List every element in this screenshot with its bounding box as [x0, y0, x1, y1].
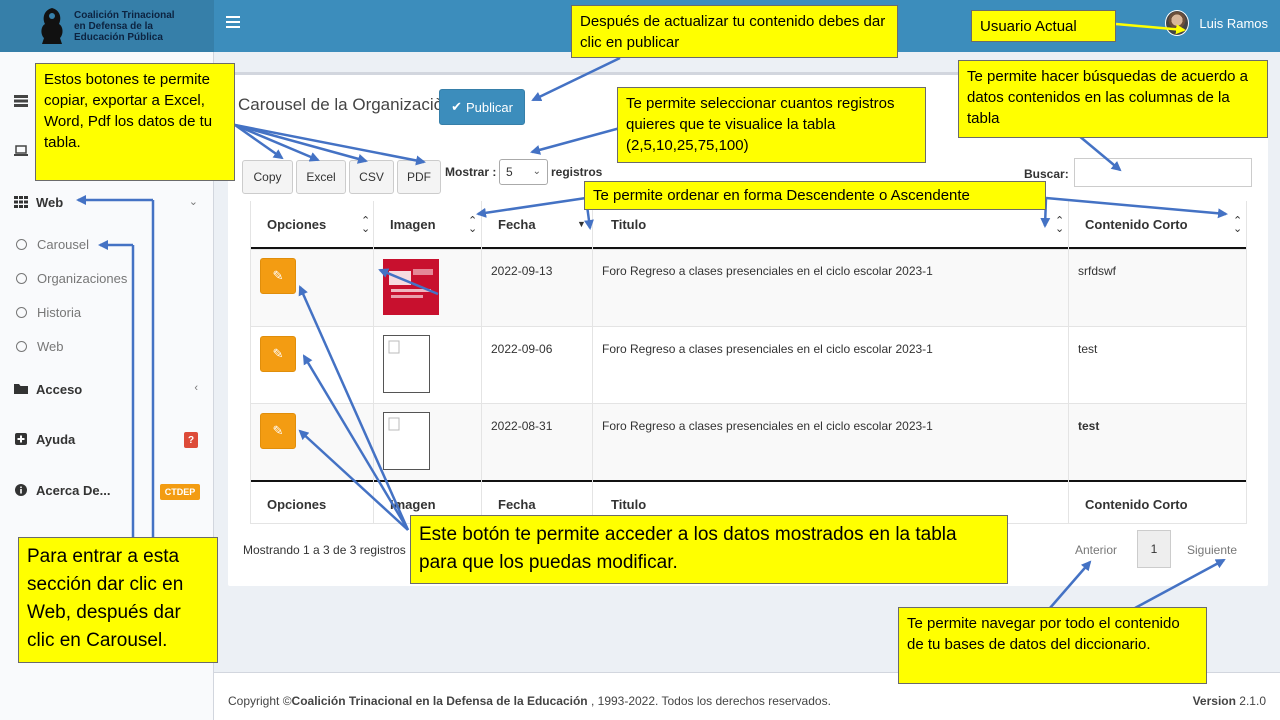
callout-records: Te permite seleccionar cuantos registros… [617, 87, 926, 163]
org-name-line3: Educación Pública [74, 31, 163, 43]
org-name-line2: en Defensa de la [74, 20, 153, 32]
list-icon [14, 95, 28, 107]
menu-toggle-icon[interactable] [226, 16, 240, 28]
logo[interactable]: Coalición Trinacional en Defensa de la E… [0, 0, 214, 52]
foot-contenido: Contenido Corto [1085, 496, 1188, 512]
excel-button[interactable]: Excel [296, 160, 346, 194]
help-badge: ? [184, 432, 198, 448]
titulo-cell: Foro Regreso a clases presenciales en el… [602, 342, 933, 356]
laptop-icon [14, 145, 28, 156]
callout-export: Estos botones te permite copiar, exporta… [35, 63, 235, 181]
csv-button[interactable]: CSV [349, 160, 394, 194]
logo-emblem-icon [36, 6, 68, 46]
callout-nav: Para entrar a esta sección dar clic en W… [18, 537, 218, 663]
sort-icon[interactable]: ⌃ ⌄ [1233, 216, 1242, 235]
copyright: Copyright ©Coalición Trinacional en la D… [228, 694, 831, 708]
contenido-cell: test [1078, 342, 1098, 356]
fecha-cell: 2022-09-13 [491, 264, 553, 278]
pencil-icon: ✎ [272, 346, 284, 361]
titulo-cell: Foro Regreso a clases presenciales en el… [602, 419, 933, 433]
col-fecha[interactable]: Fecha [498, 201, 536, 248]
prev-button[interactable]: Anterior [1075, 543, 1117, 557]
callout-user: Usuario Actual [971, 10, 1116, 42]
sidebar-subitem-carousel[interactable]: Carousel [0, 231, 214, 257]
edit-button[interactable]: ✎ [260, 336, 296, 372]
sort-icon[interactable]: ⌃ ⌄ [361, 216, 370, 235]
copy-button[interactable]: Copy [242, 160, 293, 194]
check-icon: ✔ [451, 99, 462, 114]
titulo-cell: Foro Regreso a clases presenciales en el… [602, 264, 933, 278]
col-opciones[interactable]: Opciones [267, 201, 326, 248]
callout-search: Te permite hacer búsquedas de acuerdo a … [958, 60, 1268, 138]
broken-image-icon[interactable] [383, 412, 430, 470]
table-info: Mostrando 1 a 3 de 3 registros [243, 543, 406, 557]
contenido-cell: test [1078, 419, 1100, 433]
edit-button[interactable]: ✎ [260, 258, 296, 294]
user-menu[interactable]: Luis Ramos [1165, 10, 1268, 36]
callout-publish: Después de actualizar tu contenido debes… [571, 5, 898, 58]
sort-desc-icon[interactable]: ▼ [577, 220, 586, 229]
callout-pagination: Te permite navegar por todo el contenido… [898, 607, 1207, 684]
col-imagen[interactable]: Imagen [390, 201, 436, 248]
show-label: Mostrar : [445, 165, 497, 179]
chevron-left-icon: ‹ [194, 382, 198, 394]
publish-button[interactable]: ✔ Publicar [439, 89, 525, 125]
circle-icon [16, 306, 27, 318]
grid-icon [14, 196, 28, 208]
fecha-cell: 2022-09-06 [491, 342, 553, 356]
info-icon [15, 484, 27, 496]
sidebar-subitem-web[interactable]: Web [0, 333, 214, 359]
version: Version 2.1.0 [1192, 694, 1266, 708]
contenido-cell: srfdswf [1078, 264, 1117, 278]
records-label: registros [551, 165, 603, 179]
sidebar-item-web[interactable]: Web ⌄ [0, 187, 214, 217]
chevron-down-icon: ⌄ [532, 166, 541, 177]
page-title: Carousel de la Organizaciòn [238, 95, 453, 114]
user-name: Luis Ramos [1199, 15, 1268, 31]
foot-opciones: Opciones [267, 496, 327, 512]
next-button[interactable]: Siguiente [1187, 543, 1237, 557]
col-contenido[interactable]: Contenido Corto [1085, 201, 1188, 248]
search-input[interactable] [1074, 158, 1252, 187]
folder-icon [14, 384, 28, 394]
circle-icon [16, 238, 27, 250]
broken-image-icon[interactable] [383, 335, 430, 393]
records-select[interactable]: 5 ⌄ [499, 159, 548, 185]
sidebar-item-label: Web [36, 194, 64, 210]
search-label: Buscar: [1024, 167, 1069, 181]
sidebar-subitem-organizaciones[interactable]: Organizaciones [0, 265, 214, 291]
sidebar-subitem-historia[interactable]: Historia [0, 299, 214, 325]
ctdep-badge: CTDEP [160, 484, 200, 500]
plus-square-icon [15, 433, 27, 445]
circle-icon [16, 272, 27, 284]
fecha-cell: 2022-08-31 [491, 419, 553, 433]
callout-sort: Te permite ordenar en forma Descendente … [584, 181, 1046, 210]
pencil-icon: ✎ [272, 268, 284, 283]
chevron-down-icon: ⌄ [188, 196, 198, 208]
page-1-button[interactable]: 1 [1137, 530, 1171, 568]
sort-icon[interactable]: ⌃ ⌄ [468, 216, 477, 235]
sidebar-item-acceso[interactable]: Acceso ‹ [0, 374, 214, 404]
pencil-icon: ✎ [272, 423, 284, 438]
org-name-line1: Coalición Trinacional [74, 9, 175, 21]
carousel-thumbnail[interactable] [383, 259, 439, 315]
sidebar-item-acerca[interactable]: Acerca De... CTDEP [0, 475, 214, 505]
avatar [1165, 10, 1190, 36]
edit-button[interactable]: ✎ [260, 413, 296, 449]
callout-edit: Este botón te permite acceder a los dato… [410, 515, 1008, 584]
sort-icon[interactable]: ⌃ ⌄ [1055, 216, 1064, 235]
circle-icon [16, 340, 27, 352]
pdf-button[interactable]: PDF [397, 160, 441, 194]
sidebar-item-ayuda[interactable]: Ayuda ? [0, 424, 214, 454]
